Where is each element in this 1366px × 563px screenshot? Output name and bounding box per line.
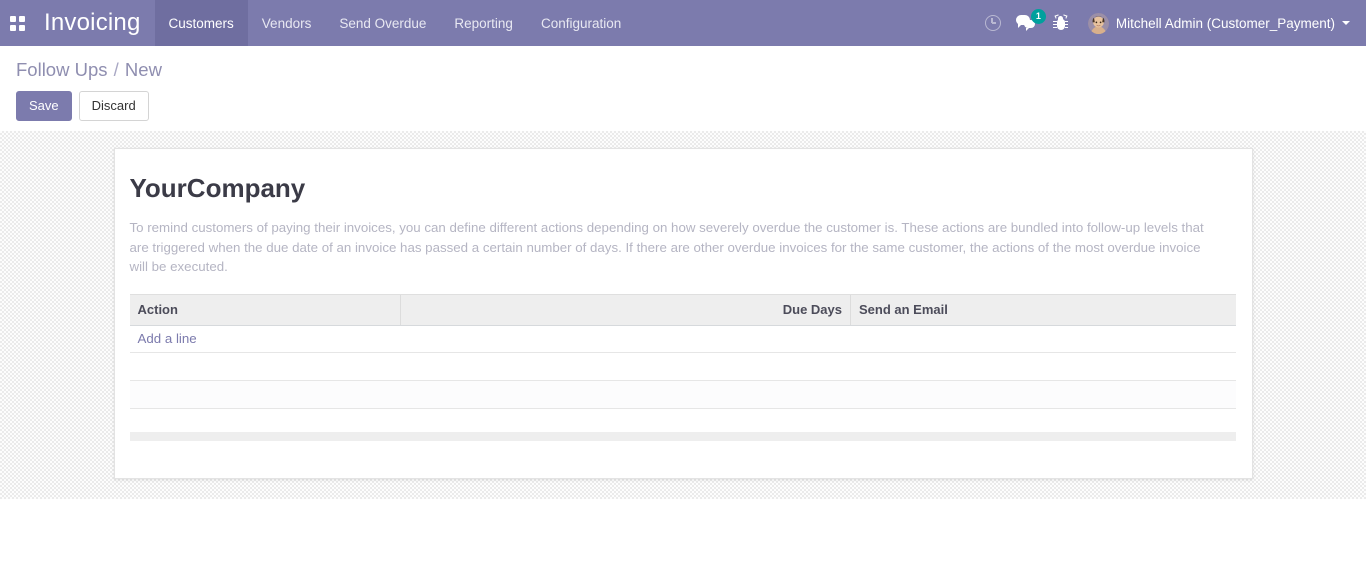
breadcrumb-separator: / bbox=[113, 59, 119, 80]
avatar bbox=[1087, 12, 1109, 34]
messages-count-badge: 1 bbox=[1030, 9, 1046, 24]
table-filler-row bbox=[129, 380, 1236, 409]
debug-button[interactable] bbox=[1044, 0, 1078, 46]
bug-icon bbox=[1053, 13, 1069, 31]
breadcrumb-current: New bbox=[124, 59, 162, 80]
menu-item-customers[interactable]: Customers bbox=[154, 0, 248, 46]
menu-item-reporting[interactable]: Reporting bbox=[440, 0, 527, 46]
clock-icon bbox=[984, 15, 1001, 31]
form-sheet: YourCompany To remind customers of payin… bbox=[113, 148, 1253, 479]
main-menu: Customers Vendors Send Overdue Reporting… bbox=[154, 0, 636, 46]
messages-button[interactable]: 1 bbox=[1010, 0, 1046, 46]
breadcrumb: Follow Ups / New bbox=[16, 58, 1366, 82]
app-brand-title[interactable]: Invoicing bbox=[34, 0, 155, 46]
save-button[interactable]: Save bbox=[16, 91, 72, 121]
activities-button[interactable] bbox=[976, 0, 1010, 46]
followup-lines-table: Action Due Days Send an Email Add a line bbox=[129, 293, 1236, 442]
page-title: YourCompany bbox=[129, 173, 306, 203]
user-menu[interactable]: Mitchell Admin (Customer_Payment) bbox=[1078, 12, 1354, 34]
top-navbar: Invoicing Customers Vendors Send Overdue… bbox=[0, 0, 1366, 46]
menu-item-configuration[interactable]: Configuration bbox=[527, 0, 635, 46]
add-a-line-cell[interactable]: Add a line bbox=[129, 325, 1236, 353]
form-description: To remind customers of paying their invo… bbox=[129, 220, 1204, 275]
apps-menu-button[interactable] bbox=[0, 0, 34, 46]
column-header-action[interactable]: Action bbox=[129, 293, 401, 326]
chevron-down-icon bbox=[1342, 21, 1350, 25]
menu-item-send-overdue[interactable]: Send Overdue bbox=[325, 0, 440, 46]
column-header-send-an-email[interactable]: Send an Email bbox=[850, 293, 1236, 326]
table-body: Add a line bbox=[129, 325, 1236, 442]
add-a-line-link[interactable]: Add a line bbox=[138, 331, 197, 346]
discard-button[interactable]: Discard bbox=[78, 91, 149, 121]
navbar-right-tools: 1 Mitchell Admin (Customer_Payment) bbox=[976, 0, 1366, 46]
add-a-line-row[interactable]: Add a line bbox=[129, 325, 1236, 353]
form-action-buttons: Save Discard bbox=[16, 91, 1366, 121]
control-panel: Follow Ups / New Save Discard bbox=[0, 46, 1366, 131]
form-content-area: YourCompany To remind customers of payin… bbox=[0, 131, 1366, 499]
page-bottom-strip bbox=[0, 499, 1366, 563]
breadcrumb-parent[interactable]: Follow Ups bbox=[16, 59, 108, 80]
table-filler-row bbox=[129, 352, 1236, 381]
column-header-blank bbox=[400, 293, 741, 326]
apps-grid-icon bbox=[9, 15, 25, 31]
user-name-label: Mitchell Admin (Customer_Payment) bbox=[1115, 15, 1335, 31]
table-footer-row bbox=[129, 432, 1236, 442]
table-spacer-row bbox=[130, 408, 1236, 432]
column-header-due-days[interactable]: Due Days bbox=[740, 293, 851, 326]
table-header-row: Action Due Days Send an Email bbox=[129, 293, 1236, 326]
menu-item-vendors[interactable]: Vendors bbox=[248, 0, 326, 46]
